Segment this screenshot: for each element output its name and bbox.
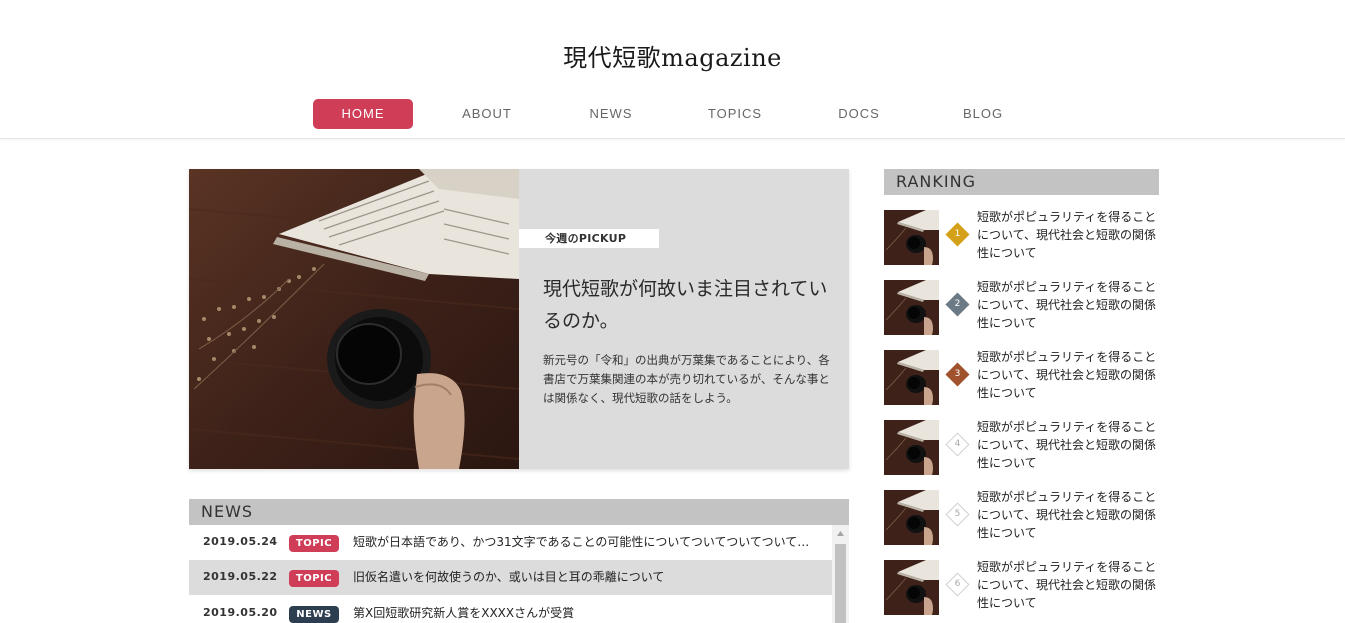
rank-number: 4 xyxy=(954,439,961,449)
rank-number: 1 xyxy=(954,229,961,239)
pickup-card[interactable]: 今週のPICKUP 現代短歌が何故いま注目されているのか。 新元号の「令和」の出… xyxy=(189,169,849,469)
pickup-tag: 今週のPICKUP xyxy=(519,229,659,248)
nav-about[interactable]: ABOUT xyxy=(437,99,537,129)
news-row[interactable]: 2019.05.24 TOPIC 短歌が日本語であり、かつ31文字であることの可… xyxy=(189,525,832,560)
ranking-item[interactable]: 4 短歌がポピュラリティを得ることについて、現代社会と短歌の関係性について xyxy=(884,420,1159,476)
pickup-description: 新元号の「令和」の出典が万葉集であることにより、各書店で万葉集関連の本が売り切れ… xyxy=(543,353,830,405)
topic-badge: TOPIC xyxy=(289,535,339,552)
book-coffee-thumbnail[interactable] xyxy=(884,420,939,475)
news-row[interactable]: 2019.05.22 TOPIC 旧仮名遣いを何故使うのか、或いは目と耳の乖離に… xyxy=(189,560,832,595)
topic-badge: TOPIC xyxy=(289,570,339,587)
nav-home[interactable]: HOME xyxy=(313,99,413,129)
ranking-title[interactable]: 短歌がポピュラリティを得ることについて、現代社会と短歌の関係性について xyxy=(977,418,1161,472)
news-title[interactable]: 旧仮名遣いを何故使うのか、或いは目と耳の乖離について xyxy=(353,568,818,586)
ranking-title[interactable]: 短歌がポピュラリティを得ることについて、現代社会と短歌の関係性について xyxy=(977,558,1161,612)
rank-number: 2 xyxy=(954,299,961,309)
pickup-title[interactable]: 現代短歌が何故いま注目されているのか。 xyxy=(543,273,833,337)
nav-news[interactable]: NEWS xyxy=(561,99,661,129)
news-date: 2019.05.24 xyxy=(203,535,278,548)
book-coffee-thumbnail[interactable] xyxy=(884,280,939,335)
ranking-item[interactable]: 2 短歌がポピュラリティを得ることについて、現代社会と短歌の関係性について xyxy=(884,280,1159,336)
ranking-item[interactable]: 3 短歌がポピュラリティを得ることについて、現代社会と短歌の関係性について xyxy=(884,350,1159,406)
ranking-item[interactable]: 6 短歌がポピュラリティを得ることについて、現代社会と短歌の関係性について xyxy=(884,560,1159,616)
ranking-title[interactable]: 短歌がポピュラリティを得ることについて、現代社会と短歌の関係性について xyxy=(977,278,1161,332)
news-list: 2019.05.24 TOPIC 短歌が日本語であり、かつ31文字であることの可… xyxy=(189,525,849,623)
nav-docs[interactable]: DOCS xyxy=(809,99,909,129)
ranking-title[interactable]: 短歌がポピュラリティを得ることについて、現代社会と短歌の関係性について xyxy=(977,348,1161,402)
book-coffee-thumbnail[interactable] xyxy=(884,490,939,545)
news-heading: NEWS xyxy=(189,499,849,525)
rank-number: 5 xyxy=(954,509,961,519)
ranking-item[interactable]: 1 短歌がポピュラリティを得ることについて、現代社会と短歌の関係性について xyxy=(884,210,1159,266)
book-coffee-thumbnail[interactable] xyxy=(884,350,939,405)
news-date: 2019.05.22 xyxy=(203,570,278,583)
book-coffee-thumbnail[interactable] xyxy=(884,560,939,615)
site-header: 現代短歌magazine HOME ABOUT NEWS TOPICS DOCS… xyxy=(0,0,1345,139)
site-title[interactable]: 現代短歌magazine xyxy=(0,38,1345,73)
news-title[interactable]: 短歌が日本語であり、かつ31文字であることの可能性についてついてついてついて… xyxy=(353,533,818,551)
nav-blog[interactable]: BLOG xyxy=(933,99,1033,129)
news-badge: NEWS xyxy=(289,606,339,623)
rank-number: 6 xyxy=(954,579,961,589)
book-coffee-photo xyxy=(189,169,519,469)
ranking-title[interactable]: 短歌がポピュラリティを得ることについて、現代社会と短歌の関係性について xyxy=(977,208,1161,262)
news-scrollbar[interactable] xyxy=(832,525,849,623)
pickup-image[interactable] xyxy=(189,169,519,469)
triangle-up-icon[interactable] xyxy=(832,525,849,542)
ranking-item[interactable]: 5 短歌がポピュラリティを得ることについて、現代社会と短歌の関係性について xyxy=(884,490,1159,546)
news-date: 2019.05.20 xyxy=(203,606,278,619)
nav-topics[interactable]: TOPICS xyxy=(685,99,785,129)
rank-number: 3 xyxy=(954,369,961,379)
ranking-title[interactable]: 短歌がポピュラリティを得ることについて、現代社会と短歌の関係性について xyxy=(977,488,1161,542)
book-coffee-thumbnail[interactable] xyxy=(884,210,939,265)
ranking-heading: RANKING xyxy=(884,169,1159,195)
news-title[interactable]: 第X回短歌研究新人賞をXXXXさんが受賞 xyxy=(353,604,818,622)
news-row[interactable]: 2019.05.20 NEWS 第X回短歌研究新人賞をXXXXさんが受賞 xyxy=(189,596,832,623)
scroll-thumb[interactable] xyxy=(835,544,846,623)
